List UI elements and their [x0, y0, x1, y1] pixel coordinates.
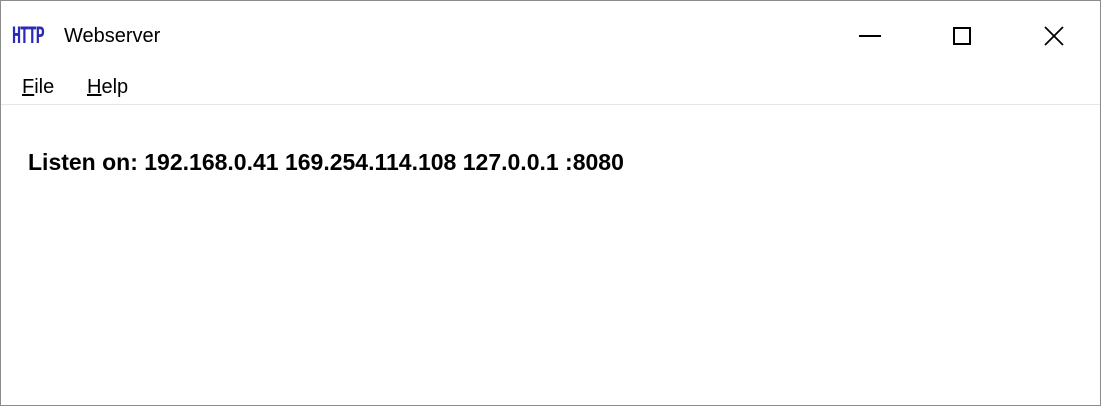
window-title: Webserver — [64, 25, 161, 47]
app-window: HTTP Webserver File Help Listen on: 192.… — [0, 0, 1101, 406]
minimize-icon — [859, 35, 881, 37]
close-button[interactable] — [1008, 1, 1100, 71]
menu-file[interactable]: File — [20, 76, 56, 99]
menu-file-label: ile — [34, 76, 55, 98]
client-area: Listen on: 192.168.0.41 169.254.114.108 … — [1, 105, 1100, 405]
menu-bar: File Help — [1, 71, 1100, 105]
maximize-icon — [953, 27, 971, 45]
minimize-button[interactable] — [824, 1, 916, 71]
http-app-icon[interactable]: HTTP — [12, 21, 45, 51]
menu-help-label: elp — [101, 76, 129, 98]
menu-help[interactable]: Help — [85, 76, 130, 99]
close-icon — [1044, 26, 1064, 46]
menu-file-mnemonic: F — [22, 76, 35, 98]
menu-help-mnemonic: H — [87, 76, 102, 98]
maximize-button[interactable] — [916, 1, 1008, 71]
listen-status-text: Listen on: 192.168.0.41 169.254.114.108 … — [28, 149, 624, 175]
title-bar[interactable]: HTTP Webserver — [1, 1, 1100, 71]
